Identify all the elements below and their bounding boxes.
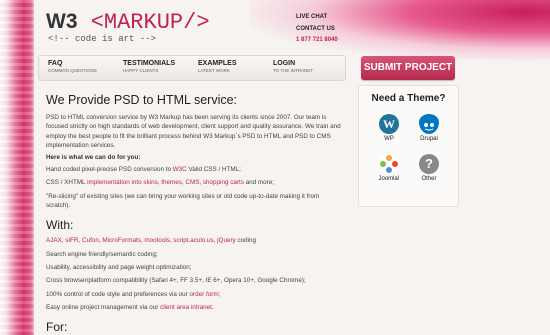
intranet-link[interactable]: client area intranet	[160, 304, 212, 311]
list-item: Easy online project management via our c…	[46, 303, 342, 312]
nav-subtitle: LATEST WORK	[198, 68, 230, 73]
nav-title: EXAMPLES	[198, 60, 237, 67]
logo-markup: <MARKUP/>	[90, 10, 210, 35]
tech-link-cufon[interactable]: Cufon	[82, 237, 99, 244]
contact-us-link[interactable]: CONTACT US	[296, 24, 338, 36]
theme-label: Drupal	[420, 136, 438, 142]
drupal-icon	[419, 114, 439, 134]
submit-project-button[interactable]: SUBMIT PROJECT	[361, 56, 455, 80]
text: Hand coded pixel-precise PSD conversion …	[46, 166, 173, 174]
for-heading: For:	[46, 320, 68, 335]
list-item: Cross browser/platform compatibility (Sa…	[46, 277, 306, 285]
nav-subtitle: TO THE INTRANET	[273, 68, 314, 73]
tech-link-jquery[interactable]: jQuery	[217, 237, 236, 244]
text: Valid CSS / HTML;	[186, 166, 241, 174]
joomla-icon	[379, 154, 399, 174]
nav-subtitle: COMMON QUESTIONS	[48, 68, 97, 73]
theme-option-joomla[interactable]: Joomla!	[369, 154, 409, 182]
nav-item-examples[interactable]: EXAMPLES LATEST WORK	[198, 60, 237, 73]
theme-label: Joomla!	[378, 176, 400, 182]
text: coding	[235, 237, 257, 245]
text: Easy online project management via our	[46, 303, 161, 311]
theme-panel-title: Need a Theme?	[371, 93, 446, 104]
intro-paragraph: PSD to HTML conversion service by W3 Mar…	[46, 114, 341, 149]
page-heading: We Provide PSD to HTML service:	[46, 93, 238, 107]
logo-brand: W3	[46, 10, 78, 33]
nav-title: FAQ	[48, 60, 63, 67]
phone-number: 1 877 721 8040	[296, 37, 338, 43]
site-logo[interactable]: W3 <MARKUP/> <!-- code is art -->	[46, 10, 210, 44]
text: 100% control of code style and preferenc…	[46, 290, 190, 298]
nav-item-testimonials[interactable]: TESTIMONIALS HAPPY CLIENTS	[123, 60, 175, 73]
nav-subtitle: HAPPY CLIENTS	[123, 68, 159, 73]
theme-label: Other	[421, 176, 437, 182]
list-item: 100% control of code style and preferenc…	[46, 290, 342, 299]
contacts-block: LIVE CHAT CONTACT US 1 877 721 8040	[296, 12, 338, 47]
theme-option-drupal[interactable]: Drupal	[409, 114, 449, 142]
service-item: Hand coded pixel-precise PSD conversion …	[46, 165, 342, 174]
services-heading: Here is what we can do for you:	[46, 154, 141, 162]
main-nav: FAQ COMMON QUESTIONS TESTIMONIALS HAPPY …	[38, 55, 346, 81]
text: and more;	[243, 179, 274, 187]
tech-link-sifr[interactable]: sIFR	[65, 237, 78, 244]
text: ;	[218, 290, 221, 298]
main-content: We Provide PSD to HTML service: PSD to H…	[46, 93, 342, 334]
nav-item-login[interactable]: LOGIN TO THE INTRANET	[273, 60, 313, 73]
tech-link-ajax[interactable]: AJAX	[46, 237, 62, 244]
question-icon: ?	[419, 154, 439, 174]
nav-item-faq[interactable]: FAQ COMMON QUESTIONS	[48, 60, 97, 73]
nav-title: TESTIMONIALS	[123, 60, 176, 67]
theme-option-wp[interactable]: W WP	[369, 114, 409, 142]
w3c-link[interactable]: W3C	[173, 166, 187, 173]
tech-link-microformats[interactable]: MicroFormats	[102, 237, 140, 244]
live-chat-link[interactable]: LIVE CHAT	[296, 12, 338, 24]
wordpress-icon: W	[379, 114, 399, 134]
list-item: Usability, accessibility and page weight…	[46, 263, 192, 271]
top-paint-decoration	[250, 0, 550, 60]
text: .	[211, 303, 214, 311]
tech-link-scriptaculous[interactable]: script.aculo.us	[173, 237, 213, 244]
list-item: Search engine friendly/semantic coding;	[46, 250, 158, 258]
theme-panel: Need a Theme? W WP Drupal Joomla! ? Othe…	[358, 85, 459, 207]
left-paint-decoration	[0, 0, 34, 335]
tech-link-mootools[interactable]: mootools	[144, 237, 170, 244]
order-form-link[interactable]: order form	[190, 291, 219, 298]
nav-title: LOGIN	[273, 60, 296, 67]
service-item: CSS / XHTML implementation into skins, t…	[46, 178, 342, 187]
service-item: "Re-slicing" of existing sites (we can b…	[46, 192, 320, 210]
implementation-link[interactable]: implementation into skins, themes, CMS, …	[87, 179, 244, 186]
logo-tagline: <!-- code is art -->	[48, 34, 157, 44]
theme-option-other[interactable]: ? Other	[409, 154, 449, 182]
tech-list: AJAX, sIFR, Cufon, MicroFormats, mootool…	[46, 237, 257, 245]
theme-label: WP	[384, 136, 394, 142]
with-heading: With:	[46, 218, 74, 233]
text: CSS / XHTML	[46, 179, 88, 187]
